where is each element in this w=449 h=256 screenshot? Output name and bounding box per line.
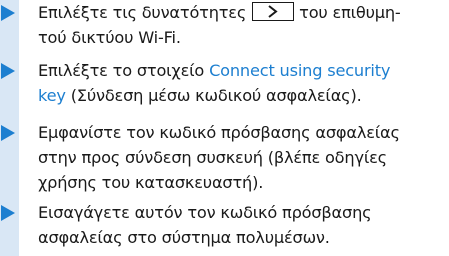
- instruction-step-4: Εισαγάγετε αυτόν τον κωδικό πρόσβασης ασ…: [0, 199, 449, 256]
- step-2-text-before: Επιλέξτε το στοιχείο: [38, 61, 210, 80]
- instruction-step-list: Επιλέξτε τις δυνατότητες του επιθυμη- τού…: [0, 0, 449, 256]
- instruction-step-3: Εμφανίστε τον κωδικό πρόσβασης ασφαλείας…: [0, 119, 449, 199]
- step-arrow-icon: [1, 63, 15, 79]
- step-arrow-icon: [1, 5, 15, 21]
- connect-using-security-key-term: Connect using security: [209, 61, 391, 80]
- options-chevron-button: [252, 2, 295, 21]
- step-4-line-2: ασφαλείας στο σύστημα πολυμέσων.: [38, 228, 330, 247]
- step-2-line-1: Επιλέξτε το στοιχείο Connect using secur…: [38, 58, 437, 83]
- step-2-text-after: (Σύνδεση μέσω κωδικού ασφαλείας).: [65, 86, 362, 105]
- step-3-line-1: Εμφανίστε τον κωδικό πρόσβασης ασφαλείας: [38, 123, 400, 142]
- instruction-step-2: Επιλέξτε το στοιχείο Connect using secur…: [0, 57, 449, 119]
- step-1-line-1: Επιλέξτε τις δυνατότητες του επιθυμη-: [38, 0, 437, 25]
- step-4-line-1: Εισαγάγετε αυτόν τον κωδικό πρόσβασης: [38, 203, 372, 222]
- step-4-text: Εισαγάγετε αυτόν τον κωδικό πρόσβασης ασ…: [38, 200, 437, 250]
- step-1-line-2: τού δικτύου Wi-Fi.: [38, 28, 181, 47]
- step-1-text: Επιλέξτε τις δυνατότητες του επιθυμη- τού…: [38, 0, 437, 50]
- step-3-line-3: χρήσης του κατασκευαστή).: [38, 173, 264, 192]
- step-3-text: Εμφανίστε τον κωδικό πρόσβασης ασφαλείας…: [38, 120, 437, 195]
- step-arrow-icon: [1, 125, 15, 141]
- step-1-text-after: του επιθυμη-: [299, 3, 401, 22]
- instruction-step-1: Επιλέξτε τις δυνατότητες του επιθυμη- τού…: [0, 0, 449, 57]
- step-1-text-before: Επιλέξτε τις δυνατότητες: [38, 3, 247, 22]
- step-2-line-2: key (Σύνδεση μέσω κωδικού ασφαλείας).: [38, 83, 437, 108]
- step-3-line-2: στην προς σύνδεση συσκευή (βλέπε οδηγίες: [38, 148, 387, 167]
- step-arrow-icon: [1, 205, 15, 221]
- step-2-text: Επιλέξτε το στοιχείο Connect using secur…: [38, 58, 437, 108]
- chevron-right-icon: [268, 5, 278, 18]
- connect-using-security-key-term-cont: key: [38, 86, 66, 105]
